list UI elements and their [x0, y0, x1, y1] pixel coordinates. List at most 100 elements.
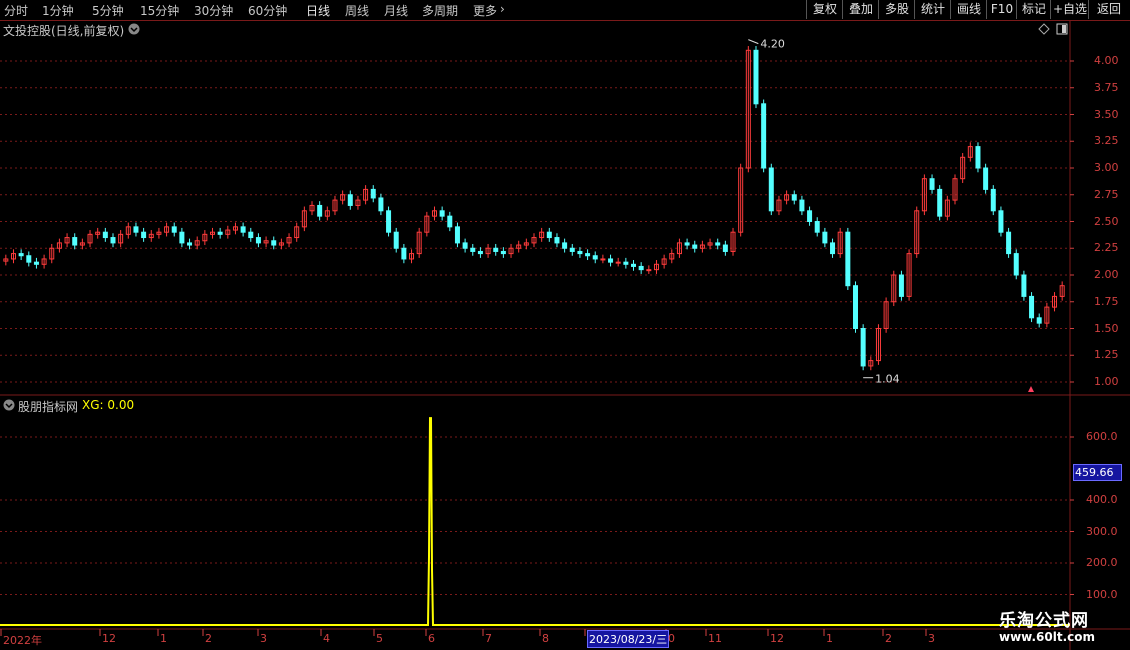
time-tick-label: 1: [826, 632, 833, 645]
high-marker-arrow: [748, 39, 759, 45]
candle-body: [814, 221, 820, 233]
candle-body: [562, 242, 568, 249]
indicator-name: 股朋指标网: [18, 400, 79, 414]
watermark-logo: 乐淘公式网 www.60lt.com: [985, 602, 1130, 650]
candle-body: [72, 237, 78, 246]
candle-body: [830, 242, 836, 255]
candle-body: [554, 237, 560, 244]
candle-body: [638, 265, 644, 271]
candle-body: [370, 188, 376, 199]
candle-body: [1013, 253, 1019, 276]
candle-body: [761, 103, 767, 169]
candle-body: [600, 258, 606, 261]
candle-body: [684, 242, 690, 246]
candle-body: [975, 146, 981, 169]
candle-body: [1006, 231, 1012, 255]
candle-body: [179, 231, 185, 244]
time-tick-label: 5: [376, 632, 383, 645]
high-price-label: 4.20: [760, 38, 785, 51]
candle-body: [102, 231, 108, 239]
price-tick-label: 1.75: [1094, 294, 1119, 308]
candle-body: [33, 261, 39, 265]
candle-body: [1036, 317, 1042, 324]
current-value-badge: 459.66: [1073, 464, 1122, 481]
candle-body: [271, 240, 277, 246]
indicator-tick-label: 300.0: [1086, 524, 1118, 538]
time-tick-label: 8: [542, 632, 549, 645]
candle-body: [500, 250, 506, 255]
candle-body: [646, 269, 652, 272]
candle-body: [929, 178, 935, 190]
time-tick-label: 1: [160, 632, 167, 645]
candle-body: [18, 253, 24, 257]
candle-body: [990, 188, 996, 212]
candle-body: [860, 328, 866, 367]
candle-body: [768, 167, 774, 212]
candle-body: [898, 274, 904, 297]
candle-body: [454, 226, 460, 244]
candle-body: [799, 199, 805, 212]
price-tick-label: 1.00: [1094, 375, 1119, 388]
candle-body: [317, 204, 323, 217]
price-tick-label: 1.25: [1094, 348, 1119, 362]
chevron-down-icon[interactable]: [3, 399, 15, 411]
candle-body: [1021, 274, 1027, 297]
candle-body: [378, 197, 384, 212]
candle-body: [822, 231, 828, 244]
candle-body: [577, 250, 583, 255]
candle-body: [477, 250, 483, 255]
indicator-tick-label: 400.0: [1086, 493, 1118, 506]
time-tick-label: 4: [323, 632, 330, 645]
time-tick-label: 2: [885, 632, 892, 645]
price-tick-label: 3.00: [1094, 161, 1119, 174]
time-tick-label: 6: [428, 632, 435, 645]
crosshair-date-label: 2023/08/23/三: [587, 630, 670, 648]
candle-body: [462, 242, 468, 249]
candle-body: [470, 247, 476, 252]
candle-body: [386, 210, 392, 233]
candle-body: [240, 226, 246, 233]
candle-body: [393, 231, 399, 249]
candle-body: [133, 226, 139, 233]
candle-body: [592, 255, 598, 260]
candle-body: [110, 237, 116, 244]
candle-body: [141, 231, 147, 239]
candle-body: [26, 255, 32, 263]
price-tick-label: 2.75: [1094, 187, 1119, 201]
price-tick-label: 2.00: [1094, 268, 1119, 281]
chart-canvas[interactable]: 4.20 1.04: [0, 0, 1130, 650]
candle-body: [171, 226, 177, 233]
candle-body: [347, 194, 353, 206]
candle-body: [1029, 295, 1035, 319]
candle-body: [998, 210, 1004, 233]
time-tick-label: 2022年: [3, 634, 42, 647]
candle-body: [447, 215, 453, 228]
candle-body: [585, 253, 591, 257]
candle-body: [608, 258, 614, 263]
candle-body: [631, 263, 637, 267]
candle-body: [692, 244, 698, 249]
candle-body: [187, 242, 193, 246]
candle-body: [569, 247, 575, 252]
candle-body: [493, 247, 499, 252]
price-tick-label: 2.50: [1094, 214, 1119, 228]
candle-body: [255, 237, 261, 244]
candle-body: [439, 210, 445, 217]
candle-body: [401, 247, 407, 260]
indicator-line: [0, 417, 1070, 626]
candle-body: [615, 261, 621, 264]
candle-body: [546, 231, 552, 239]
time-tick-label: 3: [928, 632, 935, 645]
price-tick-label: 3.75: [1094, 80, 1119, 94]
candle-body: [983, 167, 989, 190]
candle-body: [753, 49, 759, 105]
time-tick-label: 12: [770, 632, 784, 645]
time-tick-label: 3: [260, 632, 267, 645]
time-tick-label: 2: [205, 632, 212, 645]
candle-body: [217, 231, 223, 235]
candle-body: [852, 285, 858, 330]
candle-body: [722, 244, 728, 252]
watermark-url: www.60lt.com: [999, 630, 1096, 644]
time-tick-label: 7: [485, 632, 492, 645]
position-marker-icon: [1028, 386, 1034, 392]
